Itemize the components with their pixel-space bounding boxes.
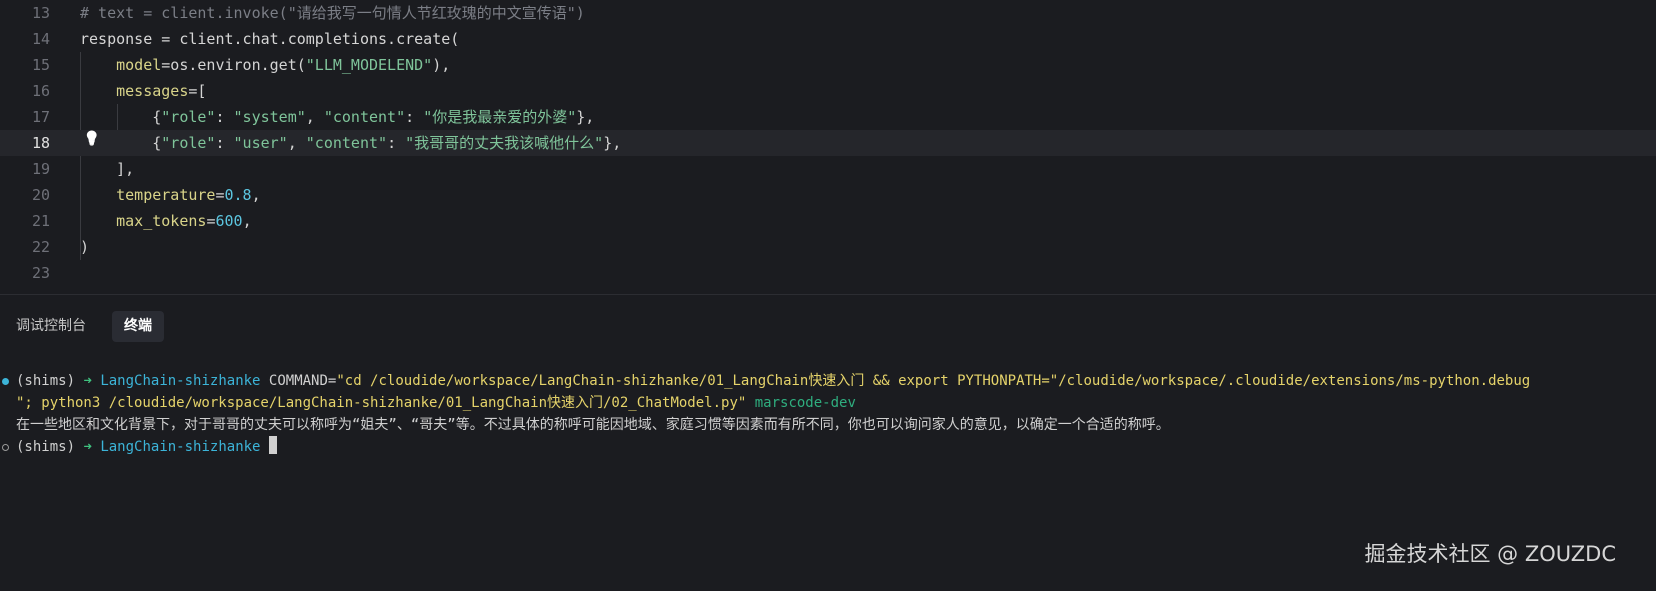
tab-debug-console[interactable]: 调试控制台 xyxy=(4,311,98,342)
command-text: "cd /cloudide/workspace/LangChain-shizha… xyxy=(336,373,1531,389)
code-line[interactable]: 14 response = client.chat.completions.cre… xyxy=(0,26,1656,52)
code-text: model=os.environ.get("LLM_MODELEND"), xyxy=(80,52,450,78)
terminal-command-line: (shims) ➜ LangChain-shizhanke COMMAND="c… xyxy=(16,370,1530,392)
code-token: "role" xyxy=(161,134,216,152)
code-text: {"role": "system", "content": "你是我最亲爱的外婆… xyxy=(80,104,594,130)
terminal-output: 在一些地区和文化背景下，对于哥哥的丈夫可以称呼为“姐夫”、“哥夫”等。不过具体的… xyxy=(16,417,1170,433)
code-token: 600 xyxy=(215,212,243,230)
code-token: "LLM_MODELEND" xyxy=(305,56,433,74)
code-token: messages xyxy=(116,82,189,100)
code-token: max_tokens xyxy=(116,212,207,230)
code-token: "我哥哥的丈夫我该喊他什么" xyxy=(405,134,604,152)
prompt-arrow-icon: ➜ xyxy=(83,439,92,455)
code-line[interactable]: 21 max_tokens=600, xyxy=(0,208,1656,234)
code-line[interactable]: 15 model=os.environ.get("LLM_MODELEND"), xyxy=(0,52,1656,78)
line-number: 20 xyxy=(31,186,50,204)
code-token: }, xyxy=(603,134,622,152)
terminal-cursor xyxy=(268,436,277,454)
tab-terminal[interactable]: 终端 xyxy=(112,311,164,342)
line-number: 14 xyxy=(31,30,50,48)
code-token: { xyxy=(80,108,162,126)
code-text: ) xyxy=(80,234,89,260)
code-line[interactable]: 19 ], xyxy=(0,156,1656,182)
code-token: : xyxy=(215,134,234,152)
code-line[interactable]: 13 # text = client.invoke("请给我写一句情人节红玫瑰的中… xyxy=(0,0,1656,26)
code-token: ) xyxy=(80,238,90,256)
line-number: 13 xyxy=(31,4,50,22)
terminal-command-line: "; python3 /cloudide/workspace/LangChain… xyxy=(16,392,856,414)
code-token: 0.8 xyxy=(224,186,252,204)
command-idle-dot-icon xyxy=(2,444,9,451)
code-editor[interactable]: 13 # text = client.invoke("请给我写一句情人节红玫瑰的中… xyxy=(0,0,1656,294)
code-line[interactable]: 17 {"role": "system", "content": "你是我最亲爱… xyxy=(0,104,1656,130)
line-number: 16 xyxy=(31,82,50,100)
code-token: , xyxy=(242,212,252,230)
code-token: temperature xyxy=(116,186,216,204)
code-line[interactable]: 20 temperature=0.8, xyxy=(0,182,1656,208)
code-token: "system" xyxy=(233,108,306,126)
code-token: "你是我最亲爱的外婆" xyxy=(423,108,577,126)
code-token: , xyxy=(251,186,261,204)
code-token: "content" xyxy=(323,108,406,126)
code-line[interactable]: 23 xyxy=(0,260,1656,286)
prompt-directory: LangChain-shizhanke xyxy=(100,439,261,455)
code-token: response = client.chat.completions.creat… xyxy=(80,30,460,48)
code-token: "user" xyxy=(233,134,288,152)
code-line[interactable]: 22) xyxy=(0,234,1656,260)
prompt-arrow-icon: ➜ xyxy=(83,373,92,389)
code-token: = xyxy=(215,186,225,204)
code-token: , xyxy=(287,134,306,152)
code-text: temperature=0.8, xyxy=(80,182,261,208)
env-name: (shims) xyxy=(16,373,76,389)
code-text: # text = client.invoke("请给我写一句情人节红玫瑰的中文宣… xyxy=(80,0,585,26)
line-number: 18 xyxy=(31,134,50,152)
host-name: marscode-dev xyxy=(746,395,856,411)
code-token: "role" xyxy=(161,108,216,126)
prompt-directory: LangChain-shizhanke xyxy=(100,373,261,389)
code-token: =os.environ.get( xyxy=(161,56,306,74)
code-text: {"role": "user", "content": "我哥哥的丈夫我该喊他什… xyxy=(80,130,621,156)
code-token: : xyxy=(405,108,424,126)
code-token: "content" xyxy=(305,134,388,152)
code-token: ), xyxy=(432,56,451,74)
code-token: =[ xyxy=(188,82,207,100)
code-line[interactable]: 16 messages=[ xyxy=(0,78,1656,104)
watermark: 掘金技术社区 @ ZOUZDC xyxy=(1364,542,1617,566)
code-text: response = client.chat.completions.creat… xyxy=(80,26,459,52)
line-number: 19 xyxy=(31,160,50,178)
code-token: # text = client.invoke("请给我写一句情人节红玫瑰的中文宣… xyxy=(80,4,585,22)
command-success-dot-icon xyxy=(2,378,9,385)
line-number: 17 xyxy=(31,108,50,126)
code-token: ], xyxy=(80,160,135,178)
line-number: 15 xyxy=(31,56,50,74)
code-line[interactable]: 18 {"role": "user", "content": "我哥哥的丈夫我该… xyxy=(0,130,1656,156)
command-text: "; python3 /cloudide/workspace/LangChain… xyxy=(16,395,747,411)
lightbulb-icon[interactable]: 💡 xyxy=(83,131,100,147)
code-token: model xyxy=(116,56,162,74)
code-token: : xyxy=(387,134,406,152)
code-text: ], xyxy=(80,156,134,182)
command-text: COMMAND= xyxy=(260,373,337,389)
code-text: messages=[ xyxy=(80,78,206,104)
code-text: max_tokens=600, xyxy=(80,208,252,234)
terminal-prompt: (shims) ➜ LangChain-shizhanke xyxy=(16,436,277,458)
code-token: , xyxy=(305,108,324,126)
code-token: }, xyxy=(576,108,595,126)
code-token: : xyxy=(215,108,234,126)
line-number: 23 xyxy=(31,264,50,282)
env-name: (shims) xyxy=(16,439,76,455)
line-number: 21 xyxy=(31,212,50,230)
line-number: 22 xyxy=(31,238,50,256)
